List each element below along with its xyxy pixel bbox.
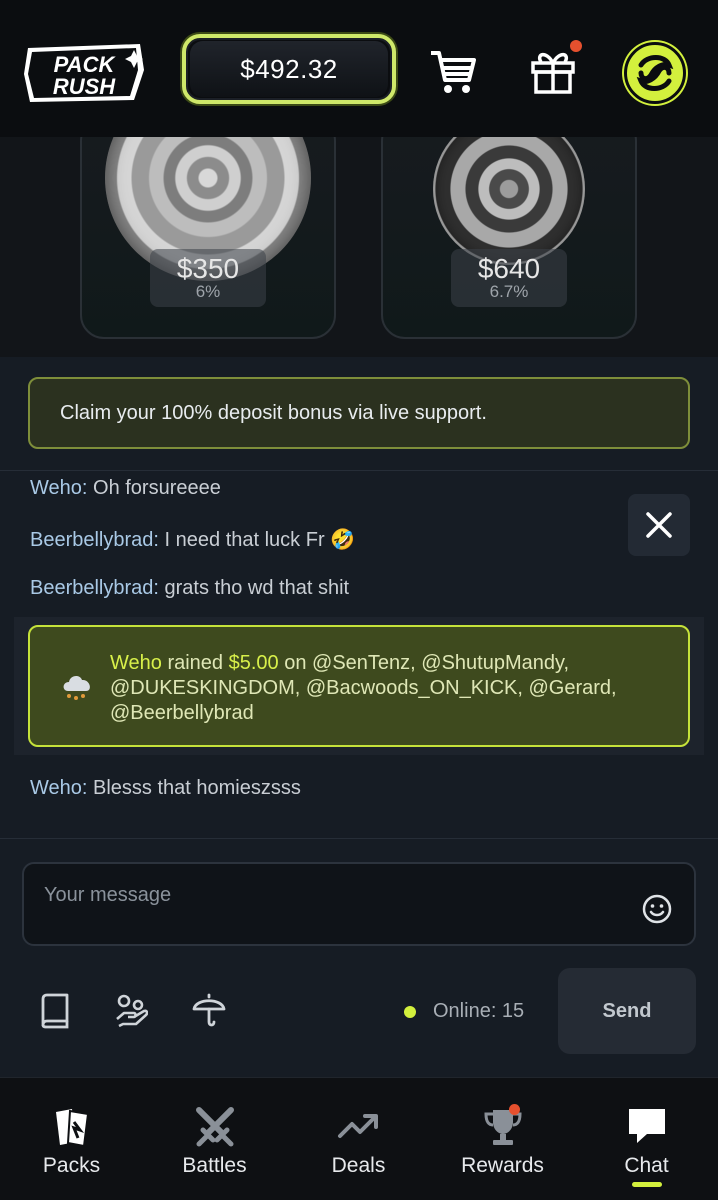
rain-message: Weho rained $5.00 on @SenTenz, @ShutupMa…	[110, 651, 670, 726]
nav-chat[interactable]: Chat	[575, 1078, 718, 1200]
nav-battles[interactable]: Battles	[143, 1078, 286, 1200]
rain-verb: rained	[161, 652, 229, 674]
message-input[interactable]: Your message	[22, 862, 696, 946]
nav-deals[interactable]: Deals	[287, 1078, 430, 1200]
online-status-dot	[404, 1006, 416, 1018]
bottom-nav: Packs Battles Deals Rewards Chat	[0, 1077, 718, 1200]
message-username[interactable]: Beerbellybrad:	[30, 577, 159, 599]
close-button[interactable]	[628, 494, 690, 556]
chat-message: Weho: Blesss that homieszsss	[30, 777, 301, 800]
chat-message: Beerbellybrad: I need that luck Fr 🤣	[30, 527, 355, 552]
deposit-bonus-notice[interactable]: Claim your 100% deposit bonus via live s…	[28, 377, 690, 449]
nav-label: Battles	[182, 1154, 247, 1177]
balance-amount: $492.32	[190, 41, 388, 97]
rain-cloud-icon	[63, 676, 90, 700]
gift-icon[interactable]	[528, 46, 578, 96]
message-text: grats tho wd that shit	[158, 577, 350, 599]
rain-event-card: Weho rained $5.00 on @SenTenz, @ShutupMa…	[28, 625, 690, 747]
message-username[interactable]: Weho:	[30, 777, 87, 799]
rewards-notification-dot	[509, 1104, 520, 1115]
pack-items-row: $350 6% $640 6.7%	[0, 137, 718, 357]
price-box: $640 6.7%	[451, 249, 567, 307]
item-card[interactable]: $350 6%	[80, 137, 336, 339]
item-chance: 6.7%	[489, 282, 529, 301]
pack-rush-logo[interactable]: PACK RUSH	[22, 40, 148, 104]
item-chance: 6%	[195, 282, 221, 301]
nav-label: Packs	[42, 1154, 101, 1177]
online-count: Online: 15	[433, 1000, 525, 1022]
active-indicator	[631, 1182, 662, 1187]
avatar[interactable]	[624, 42, 686, 104]
send-button[interactable]: Send	[558, 968, 696, 1054]
message-username[interactable]: Beerbellybrad:	[30, 529, 159, 551]
item-price: $640	[477, 253, 541, 284]
message-text: I need that luck Fr 🤣	[158, 529, 356, 551]
avatar-icon	[636, 55, 674, 91]
nav-label: Chat	[624, 1154, 669, 1177]
emoji-icon[interactable]	[642, 894, 672, 924]
nav-packs[interactable]: Packs	[0, 1078, 143, 1200]
umbrella-icon[interactable]	[192, 993, 226, 1029]
message-text: Blesss that homieszsss	[87, 777, 301, 799]
chat-message: Weho: Oh forsureeee	[30, 477, 221, 500]
chat-icon	[628, 1109, 665, 1143]
item-price: $350	[176, 253, 240, 284]
hand-coin-icon[interactable]	[114, 993, 148, 1029]
deals-icon	[337, 1114, 378, 1138]
divider	[0, 470, 718, 471]
close-icon	[646, 512, 672, 538]
divider	[0, 838, 718, 839]
svg-text:RUSH: RUSH	[53, 74, 116, 99]
price-box: $350 6%	[150, 249, 266, 307]
cart-icon[interactable]	[428, 46, 478, 96]
diamond-image	[433, 137, 585, 265]
message-text: Oh forsureeee	[87, 477, 221, 499]
nav-label: Rewards	[461, 1154, 544, 1177]
rain-amount: $5.00	[228, 652, 279, 674]
nav-label: Deals	[331, 1154, 386, 1177]
message-placeholder: Your message	[44, 884, 172, 906]
message-username[interactable]: Weho:	[30, 477, 87, 499]
item-card[interactable]: $640 6.7%	[381, 137, 637, 339]
chat-panel: Claim your 100% deposit bonus via live s…	[0, 357, 718, 1077]
chat-message: Beerbellybrad: grats tho wd that shit	[30, 577, 349, 600]
header: PACK RUSH $492.32	[0, 0, 718, 137]
packs-icon	[55, 1109, 89, 1148]
nav-rewards[interactable]: Rewards	[431, 1078, 574, 1200]
balance-display[interactable]: $492.32	[182, 34, 396, 104]
battles-icon	[195, 1107, 234, 1147]
rain-user[interactable]: Weho	[110, 652, 162, 674]
book-icon[interactable]	[38, 993, 72, 1029]
gift-notification-dot	[570, 40, 582, 52]
